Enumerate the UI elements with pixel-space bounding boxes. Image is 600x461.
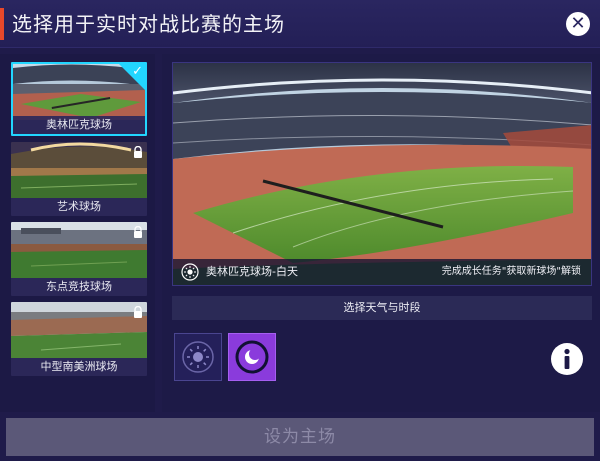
sun-icon: [181, 263, 199, 281]
stadium-card-art[interactable]: 艺术球场: [11, 142, 147, 216]
footer: 设为主场: [0, 412, 600, 461]
stadium-card-east-point[interactable]: 东点竞技球场: [11, 222, 147, 296]
night-option-button[interactable]: [228, 333, 276, 381]
stadium-label: 东点竞技球场: [11, 278, 147, 296]
preview-caption-bar: 奥林匹克球场-白天 完成成长任务"获取新球场"解锁: [173, 259, 591, 285]
stadium-list: ✓ 奥林匹克球场 艺术球场 东点竞技球场 中型南美洲球场: [0, 54, 155, 412]
page-title: 选择用于实时对战比赛的主场: [12, 12, 285, 36]
stadium-label: 奥林匹克球场: [13, 116, 145, 134]
stadium-thumbnail: [11, 222, 147, 278]
close-button[interactable]: ✕: [566, 12, 590, 36]
stadium-label: 艺术球场: [11, 198, 147, 216]
set-home-button[interactable]: 设为主场: [6, 418, 594, 456]
stadium-thumbnail: [11, 142, 147, 198]
stadium-preview: 奥林匹克球场-白天 完成成长任务"获取新球场"解锁: [172, 62, 592, 286]
preview-stadium-name: 奥林匹克球场-白天: [206, 265, 298, 278]
stadium-card-olympic[interactable]: ✓ 奥林匹克球场: [11, 62, 147, 136]
weather-time-section-title: 选择天气与时段: [172, 296, 592, 320]
sun-icon: [182, 341, 214, 373]
daytime-option-button[interactable]: [174, 333, 222, 381]
unlock-hint: 完成成长任务"获取新球场"解锁: [441, 266, 581, 277]
close-icon: ✕: [570, 13, 586, 34]
stadium-preview-image: [173, 63, 591, 285]
stadium-detail-panel: 奥林匹克球场-白天 完成成长任务"获取新球场"解锁 选择天气与时段: [162, 54, 600, 412]
lock-icon: [134, 306, 142, 318]
lock-icon: [134, 226, 142, 238]
moon-icon: [235, 340, 269, 374]
info-icon[interactable]: [550, 342, 584, 376]
header-accent-bar: [0, 8, 4, 40]
header: 选择用于实时对战比赛的主场 ✕: [0, 0, 600, 48]
check-icon: ✓: [132, 64, 143, 79]
stadium-label: 中型南美洲球场: [11, 358, 147, 376]
lock-icon: [134, 146, 142, 158]
stadium-card-south-america[interactable]: 中型南美洲球场: [11, 302, 147, 376]
stadium-thumbnail: [11, 302, 147, 358]
